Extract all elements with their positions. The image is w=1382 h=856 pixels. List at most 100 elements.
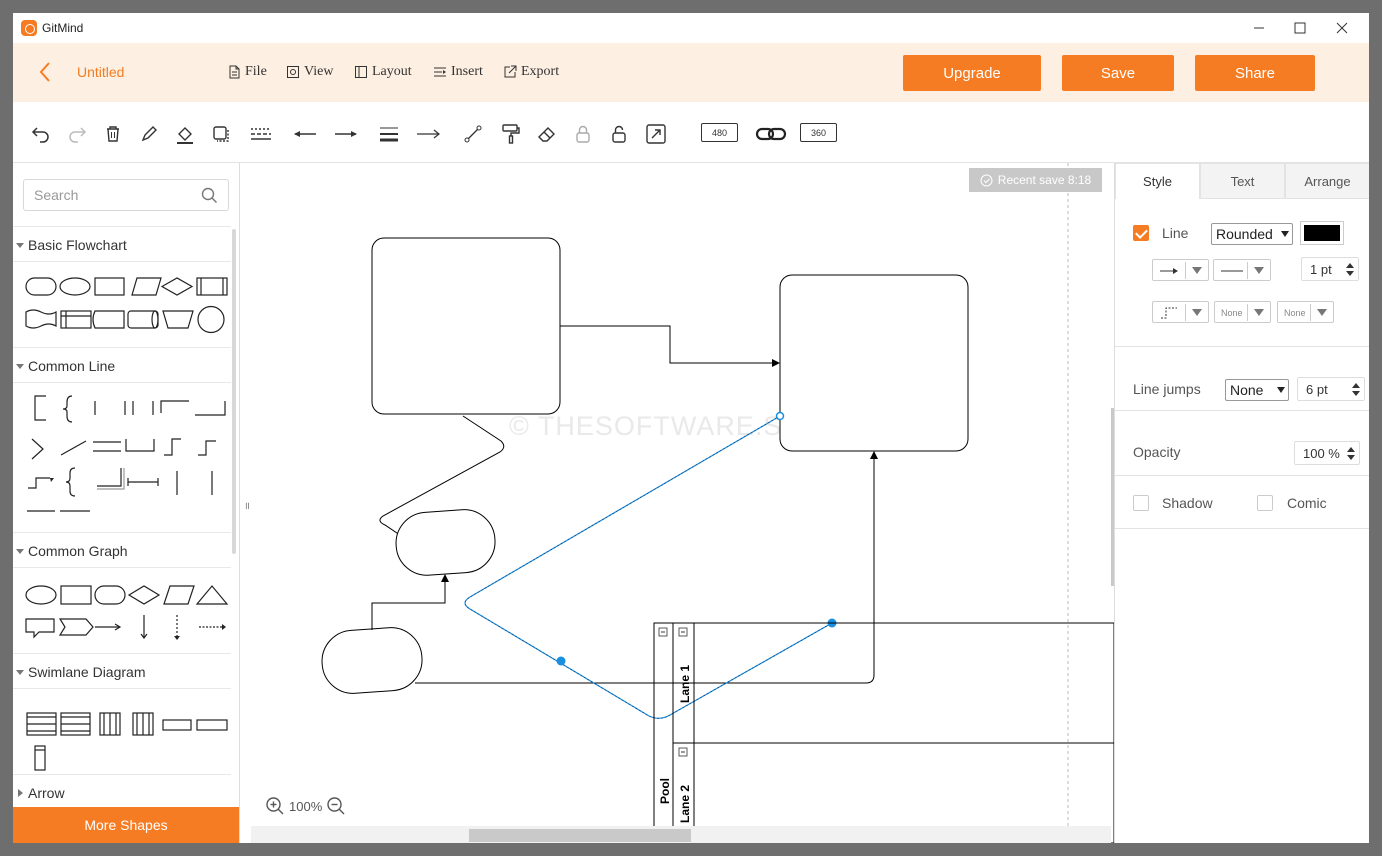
horizontal-scrollbar[interactable] (251, 826, 1111, 843)
common-graph-shapes[interactable] (23, 578, 231, 644)
link-button[interactable] (755, 122, 787, 146)
maximize-icon[interactable] (1290, 18, 1310, 38)
splitter-grip-icon[interactable]: ॥ (244, 498, 250, 512)
connector-start-handle[interactable] (775, 411, 785, 421)
menu-layout[interactable]: Layout (354, 64, 412, 80)
share-button[interactable]: Share (1195, 55, 1315, 91)
process-box-left[interactable] (371, 237, 561, 415)
insert-icon (434, 67, 446, 77)
end-arrow-button[interactable] (335, 122, 359, 146)
paint-roller-button[interactable] (499, 122, 523, 146)
waypoint-icon (464, 125, 482, 143)
fill-icon (177, 127, 193, 144)
end-marker-dropdown[interactable]: None (1277, 301, 1334, 323)
eraser-button[interactable] (535, 122, 559, 146)
pool-label: Pool (658, 778, 672, 804)
pen-button[interactable] (137, 122, 161, 146)
swimlane-pool[interactable]: Pool Lane 1 Lane 2 (653, 622, 1114, 843)
save-button[interactable]: Save (1062, 55, 1174, 91)
arrow-left-icon (294, 131, 316, 137)
tab-style[interactable]: Style (1115, 163, 1200, 199)
minimize-icon[interactable] (1249, 18, 1269, 38)
basic-flowchart-shapes[interactable] (23, 272, 231, 336)
comic-checkbox[interactable] (1257, 495, 1273, 511)
diagram-canvas[interactable]: © THESOFTWARE.SHOP Pool Lane 1 Lane 2 Re… (251, 163, 1114, 843)
view-icon (287, 66, 299, 78)
redo-button[interactable] (65, 122, 89, 146)
section-swimlane-diagram[interactable]: Swimlane Diagram (13, 653, 231, 689)
common-line-shapes[interactable] (23, 393, 231, 518)
document-title[interactable]: Untitled (77, 64, 124, 80)
connector-to-right-box[interactable] (415, 451, 878, 684)
shape-panel-scrollbar[interactable] (232, 229, 236, 554)
selected-connector[interactable] (464, 415, 833, 719)
arrow-right-icon (1160, 268, 1178, 274)
section-common-line[interactable]: Common Line (13, 347, 231, 383)
connector-midpoint-handle[interactable] (556, 656, 566, 666)
fit-button[interactable] (644, 122, 668, 146)
copy-style-icon (213, 126, 229, 142)
line-style-select[interactable]: Rounded (1211, 223, 1293, 245)
line-jumps-select[interactable]: None (1225, 379, 1289, 401)
process-box-right[interactable] (779, 274, 969, 452)
opacity-stepper[interactable]: 100 % (1294, 441, 1360, 465)
swimlane-shapes[interactable] (23, 699, 231, 779)
lock-button[interactable] (571, 122, 595, 146)
line-weight-button[interactable] (377, 122, 401, 146)
waypoint-button[interactable] (461, 122, 485, 146)
lane-2-label: Lane 2 (678, 785, 692, 823)
section-basic-flowchart[interactable]: Basic Flowchart (13, 226, 231, 262)
menu-insert[interactable]: Insert (433, 64, 483, 80)
horizontal-scroll-thumb[interactable] (469, 829, 691, 842)
app-window: GitMind Untitled File View Layout Insert… (13, 13, 1369, 843)
dashed-line-button[interactable] (249, 122, 273, 146)
layout-icon (355, 66, 367, 78)
line-pattern-dropdown[interactable] (1213, 259, 1271, 281)
unlock-button[interactable] (607, 122, 631, 146)
delete-button[interactable] (101, 122, 125, 146)
line-weight-icon (380, 127, 398, 142)
search-icon (201, 187, 217, 203)
link-icon (755, 127, 787, 141)
start-marker-dropdown[interactable]: None (1214, 301, 1271, 323)
zoom-out-icon[interactable] (326, 796, 346, 816)
connector-boxes[interactable] (560, 325, 780, 367)
tab-text[interactable]: Text (1200, 163, 1285, 199)
zoom-in-icon[interactable] (265, 796, 285, 816)
search-input[interactable]: Search (23, 179, 229, 211)
shadow-checkbox[interactable] (1133, 495, 1149, 511)
terminator-top[interactable] (394, 508, 497, 578)
section-common-graph[interactable]: Common Graph (13, 532, 231, 568)
line-width-stepper[interactable]: 1 pt (1301, 257, 1359, 281)
diagram-svg[interactable]: Pool Lane 1 Lane 2 (251, 163, 1114, 843)
start-arrow-button[interactable] (292, 122, 316, 146)
line-color-swatch[interactable] (1300, 221, 1344, 245)
connector-arrow-button[interactable] (417, 122, 441, 146)
upgrade-button[interactable]: Upgrade (903, 55, 1041, 91)
app-name: GitMind (42, 21, 84, 35)
waypoint-icon (1161, 307, 1177, 319)
close-icon[interactable] (1332, 18, 1352, 38)
connector-terminators[interactable] (371, 574, 449, 630)
copy-style-button[interactable] (209, 122, 233, 146)
fit-icon (646, 124, 666, 144)
line-jumps-size-stepper[interactable]: 6 pt (1297, 377, 1365, 401)
tab-arrange[interactable]: Arrange (1285, 163, 1369, 199)
line-checkbox[interactable] (1133, 225, 1149, 241)
fill-button[interactable] (173, 122, 197, 146)
solid-line-icon (1221, 270, 1243, 272)
waypoint-style-dropdown[interactable] (1152, 301, 1209, 323)
terminator-bottom[interactable] (320, 626, 424, 696)
menu-export[interactable]: Export (503, 64, 559, 80)
width-field[interactable]: 480 (701, 123, 738, 142)
connector-arrow-icon (417, 129, 440, 139)
section-arrow[interactable]: Arrow (13, 774, 231, 810)
zoom-level: 100% (289, 798, 323, 814)
back-icon[interactable] (35, 59, 57, 85)
menu-file[interactable]: File (227, 64, 267, 80)
arrow-style-dropdown[interactable] (1152, 259, 1209, 281)
height-field[interactable]: 360 (800, 123, 837, 142)
more-shapes-button[interactable]: More Shapes (13, 807, 239, 843)
undo-button[interactable] (29, 122, 53, 146)
menu-view[interactable]: View (286, 64, 333, 80)
